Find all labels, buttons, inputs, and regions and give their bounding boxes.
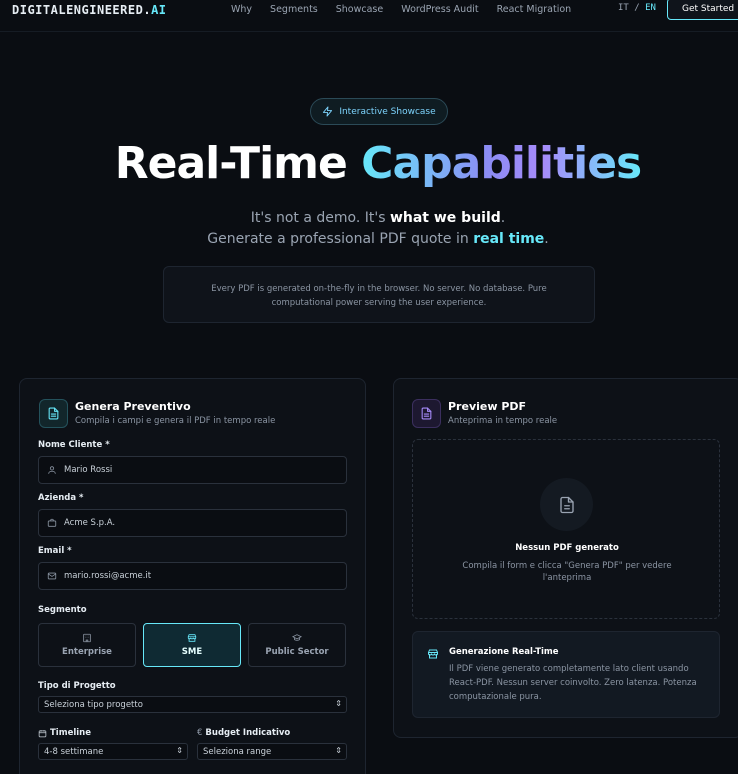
get-started-button[interactable]: Get Started bbox=[667, 0, 738, 20]
info-note: Every PDF is generated on-the-fly in the… bbox=[163, 266, 595, 323]
email-value: mario.rossi@acme.it bbox=[64, 571, 152, 581]
logo-dot: . bbox=[143, 3, 152, 17]
chevron-updown-icon: ⇕ bbox=[335, 746, 342, 755]
realtime-info-card: Generazione Real-Time Il PDF viene gener… bbox=[412, 631, 720, 718]
budget-value: Seleziona range bbox=[203, 746, 272, 757]
file-icon bbox=[559, 496, 574, 513]
form-subtitle: Compila i campi e genera il PDF in tempo… bbox=[75, 416, 276, 426]
building-icon bbox=[83, 633, 91, 643]
timeline-label-text: Timeline bbox=[50, 728, 91, 738]
top-navbar: DIGITALENGINEERED.AI Why Segments Showca… bbox=[0, 0, 738, 32]
hero-sub1-b: what we build bbox=[389, 210, 501, 226]
logo[interactable]: DIGITALENGINEERED.AI bbox=[12, 3, 167, 17]
nav-link-segments[interactable]: Segments bbox=[270, 4, 318, 15]
form-header-icon bbox=[39, 399, 68, 428]
hero-sub1-c: . bbox=[500, 210, 506, 226]
store-icon bbox=[187, 634, 197, 642]
interactive-showcase-badge: Interactive Showcase bbox=[310, 98, 448, 125]
nav-link-react-migration[interactable]: React Migration bbox=[497, 4, 572, 15]
nav-link-showcase[interactable]: Showcase bbox=[336, 4, 383, 15]
empty-state-text: Compila il form e clicca "Genera PDF" pe… bbox=[462, 561, 672, 583]
hero-sub2-b: real time bbox=[473, 231, 545, 247]
name-value: Mario Rossi bbox=[64, 465, 113, 475]
hero-subtitle-1: It's not a demo. It's what we build. bbox=[0, 210, 738, 226]
hero-title: Real-Time Capabilities bbox=[0, 138, 738, 189]
euro-icon: € bbox=[197, 728, 203, 738]
project-type-label: Tipo di Progetto bbox=[38, 681, 116, 691]
mail-icon bbox=[47, 572, 57, 580]
calendar-icon bbox=[38, 729, 47, 737]
name-label: Nome Cliente * bbox=[38, 440, 110, 450]
preview-title: Preview PDF bbox=[448, 400, 527, 413]
company-field[interactable]: Acme S.p.A. bbox=[38, 509, 347, 537]
budget-label-text: Budget Indicativo bbox=[205, 728, 291, 738]
pdf-preview-panel: Preview PDF Anteprima in tempo reale Nes… bbox=[393, 378, 738, 738]
badge-label: Interactive Showcase bbox=[339, 106, 436, 117]
hero-title-plain: Real-Time bbox=[114, 138, 348, 189]
budget-label: € Budget Indicativo bbox=[197, 728, 290, 738]
info-card-title: Generazione Real-Time bbox=[449, 647, 559, 657]
graduation-cap-icon bbox=[292, 634, 302, 641]
pdf-preview-area: Nessun PDF generato Compila il form e cl… bbox=[412, 439, 720, 619]
email-label: Email * bbox=[38, 546, 72, 556]
info-card-text: Il PDF viene generato completamente lato… bbox=[449, 664, 697, 702]
timeline-value: 4-8 settimane bbox=[44, 746, 104, 757]
timeline-select[interactable]: 4-8 settimane ⇕ bbox=[38, 743, 188, 760]
chevron-updown-icon: ⇕ bbox=[176, 746, 183, 755]
email-field[interactable]: mario.rossi@acme.it bbox=[38, 562, 347, 590]
hero-subtitle-2: Generate a professional PDF quote in rea… bbox=[0, 231, 738, 247]
segment-sme[interactable]: SME bbox=[143, 623, 241, 667]
chevron-updown-icon: ⇕ bbox=[335, 699, 342, 708]
logo-ai: AI bbox=[151, 3, 167, 17]
company-value: Acme S.p.A. bbox=[64, 518, 116, 528]
name-field[interactable]: Mario Rossi bbox=[38, 456, 347, 484]
hero-sub1-a: It's not a demo. It's bbox=[250, 210, 390, 226]
quote-form-panel: Genera Preventivo Compila i campi e gene… bbox=[19, 378, 366, 774]
project-type-value: Seleziona tipo progetto bbox=[44, 699, 143, 710]
nav-links: Why Segments Showcase WordPress Audit Re… bbox=[231, 4, 589, 15]
briefcase-icon bbox=[47, 518, 57, 527]
segment-public-sector[interactable]: Public Sector bbox=[248, 623, 346, 667]
segment-enterprise-label: Enterprise bbox=[62, 647, 112, 657]
lang-it[interactable]: IT bbox=[618, 3, 629, 13]
file-text-icon bbox=[48, 407, 59, 420]
zap-icon bbox=[323, 106, 333, 117]
project-type-select[interactable]: Seleziona tipo progetto ⇕ bbox=[38, 696, 347, 713]
empty-state-icon bbox=[540, 478, 593, 531]
nav-link-why[interactable]: Why bbox=[231, 4, 252, 15]
segment-label: Segmento bbox=[38, 605, 87, 615]
nav-link-wordpress-audit[interactable]: WordPress Audit bbox=[401, 4, 478, 15]
hero-title-gradient: Capabilities bbox=[361, 138, 642, 189]
file-text-icon bbox=[421, 407, 432, 420]
segment-sme-label: SME bbox=[181, 647, 203, 657]
company-label: Azienda * bbox=[38, 493, 84, 503]
logo-main: DIGITALENGINEERED bbox=[12, 3, 144, 17]
hero-sub2-c: . bbox=[544, 231, 549, 247]
segment-public-sector-label: Public Sector bbox=[265, 647, 329, 657]
lang-separator: / bbox=[634, 3, 640, 13]
user-icon bbox=[48, 466, 56, 474]
timeline-label: Timeline bbox=[38, 728, 91, 738]
segment-enterprise[interactable]: Enterprise bbox=[38, 623, 136, 667]
language-switcher: IT / EN bbox=[618, 3, 656, 13]
store-icon bbox=[428, 649, 438, 659]
hero-sub2-a: Generate a professional PDF quote in bbox=[207, 231, 474, 247]
preview-subtitle: Anteprima in tempo reale bbox=[448, 416, 558, 426]
lang-en[interactable]: EN bbox=[645, 3, 656, 13]
empty-state-title: Nessun PDF generato bbox=[515, 543, 619, 553]
preview-header-icon bbox=[412, 399, 441, 428]
form-title: Genera Preventivo bbox=[75, 400, 191, 413]
budget-select[interactable]: Seleziona range ⇕ bbox=[197, 743, 347, 760]
